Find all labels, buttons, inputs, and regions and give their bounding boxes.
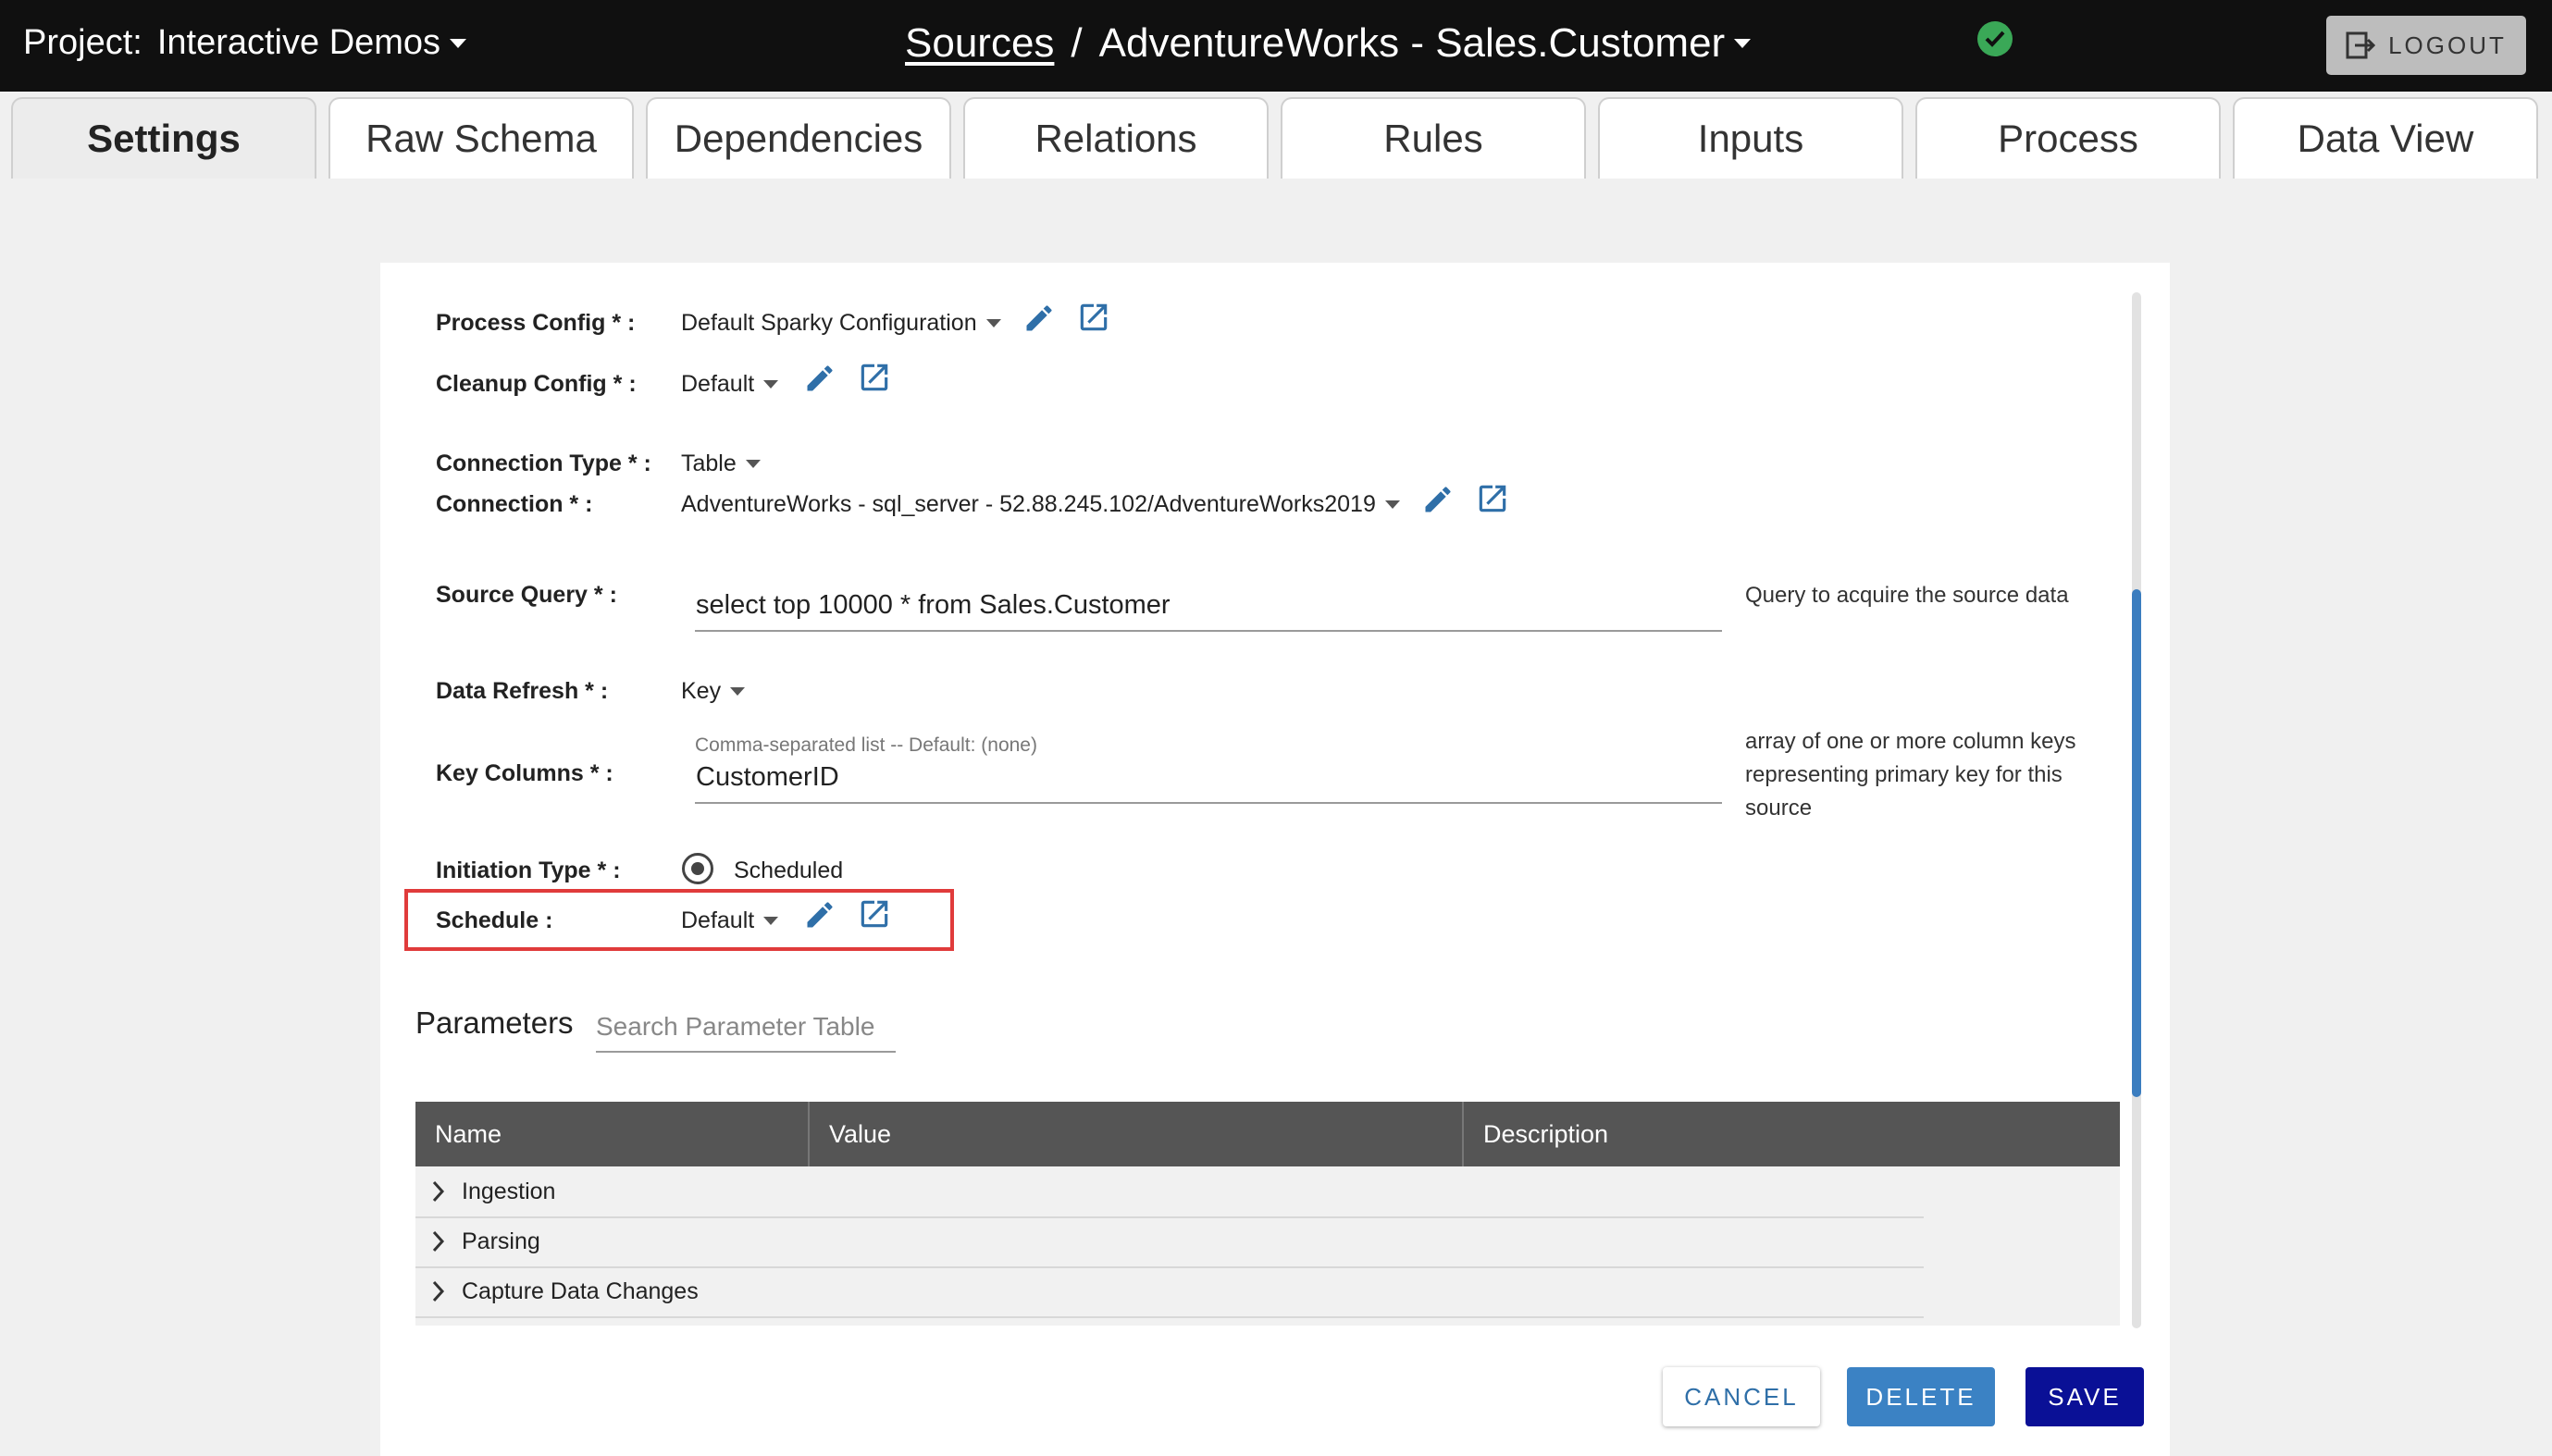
save-button[interactable]: SAVE — [2025, 1367, 2144, 1426]
data-refresh-value: Key — [681, 678, 722, 704]
caret-down-icon — [450, 38, 467, 48]
parameters-table-header: Name Value Description — [415, 1102, 2120, 1166]
logout-button[interactable]: LOGOUT — [2326, 16, 2526, 75]
process-config-select[interactable]: Default Sparky Configuration — [681, 310, 1001, 337]
schedule-select[interactable]: Default — [681, 907, 779, 934]
tab-inputs[interactable]: Inputs — [1598, 97, 1903, 179]
scheduled-radio[interactable] — [682, 853, 713, 884]
cleanup-config-value: Default — [681, 371, 755, 397]
open-external-icon[interactable] — [857, 896, 892, 932]
connection-type-label: Connection Type * : — [436, 450, 651, 476]
source-query-label: Source Query * : — [436, 582, 617, 608]
tab-settings[interactable]: Settings — [11, 97, 316, 179]
edit-pencil-icon[interactable] — [803, 362, 836, 395]
settings-panel: Process Config * : Default Sparky Config… — [380, 263, 2170, 1456]
connection-type-value: Table — [681, 450, 737, 476]
chevron-right-icon[interactable] — [415, 1229, 462, 1253]
table-row[interactable]: Ingestion — [415, 1166, 1924, 1218]
connection-label: Connection * : — [436, 491, 593, 517]
source-query-value: select top 10000 * from Sales.Customer — [696, 590, 1171, 620]
caret-down-icon — [763, 917, 779, 925]
project-name: Interactive Demos — [156, 23, 441, 62]
initiation-type-label: Initiation Type * : — [436, 858, 621, 883]
key-columns-input[interactable]: Comma-separated list -- Default: (none) … — [695, 734, 1722, 804]
breadcrumb: Sources / AdventureWorks - Sales.Custome… — [905, 20, 1752, 67]
caret-down-icon — [1384, 500, 1400, 509]
column-header-description[interactable]: Description — [1464, 1102, 2120, 1166]
key-columns-hint: Comma-separated list -- Default: (none) — [695, 734, 1037, 756]
status-check-icon — [1977, 21, 2013, 56]
cleanup-config-label: Cleanup Config * : — [436, 371, 637, 397]
caret-down-icon — [763, 380, 779, 389]
parameters-table-body: Ingestion Parsing Capture Data Changes — [415, 1166, 2120, 1326]
tab-raw-schema[interactable]: Raw Schema — [328, 97, 634, 179]
connection-value: AdventureWorks - sql_server - 52.88.245.… — [681, 491, 1376, 517]
breadcrumb-current-source[interactable]: AdventureWorks - Sales.Customer — [1099, 20, 1726, 67]
data-refresh-select[interactable]: Key — [681, 678, 746, 705]
caret-down-icon — [745, 460, 761, 468]
open-external-icon[interactable] — [1076, 300, 1111, 335]
edit-pencil-icon[interactable] — [1022, 302, 1056, 335]
edit-pencil-icon[interactable] — [803, 898, 836, 932]
edit-pencil-icon[interactable] — [1421, 483, 1455, 516]
parameter-search-input[interactable]: Search Parameter Table — [596, 1012, 896, 1053]
tab-bar: Settings Raw Schema Dependencies Relatio… — [0, 95, 2552, 180]
connection-select[interactable]: AdventureWorks - sql_server - 52.88.245.… — [681, 491, 1400, 518]
scrollbar-thumb[interactable] — [2132, 589, 2141, 1097]
chevron-right-icon[interactable] — [415, 1179, 462, 1203]
open-external-icon[interactable] — [857, 360, 892, 395]
tab-data-view[interactable]: Data View — [2233, 97, 2538, 179]
parameters-title: Parameters — [415, 1006, 574, 1040]
tab-rules[interactable]: Rules — [1281, 97, 1586, 179]
table-row[interactable]: Parsing — [415, 1216, 1924, 1268]
scheduled-radio-label: Scheduled — [734, 858, 844, 883]
source-query-input[interactable]: select top 10000 * from Sales.Customer — [695, 585, 1722, 632]
project-selector[interactable]: Project: Interactive Demos — [23, 23, 467, 63]
caret-down-icon — [730, 687, 746, 696]
process-config-label: Process Config * : — [436, 310, 636, 336]
caret-down-icon — [985, 319, 1001, 327]
tab-dependencies[interactable]: Dependencies — [646, 97, 951, 179]
row-label: Capture Data Changes — [462, 1277, 699, 1304]
process-config-value: Default Sparky Configuration — [681, 310, 977, 336]
schedule-label: Schedule : — [436, 907, 553, 933]
delete-button[interactable]: DELETE — [1847, 1367, 1995, 1426]
chevron-right-icon[interactable] — [415, 1279, 462, 1303]
logout-icon — [2346, 31, 2376, 59]
row-label: Ingestion — [462, 1178, 556, 1204]
source-query-help: Query to acquire the source data — [1745, 583, 2069, 608]
top-bar: Project: Interactive Demos Sources / Adv… — [0, 0, 2552, 92]
table-row[interactable]: Capture Data Changes — [415, 1266, 1924, 1318]
breadcrumb-separator: / — [1071, 20, 1083, 66]
column-header-name[interactable]: Name — [415, 1102, 810, 1166]
schedule-value: Default — [681, 907, 755, 933]
key-columns-value: CustomerID — [696, 762, 839, 792]
row-label: Parsing — [462, 1228, 540, 1254]
breadcrumb-sources-link[interactable]: Sources — [905, 20, 1054, 67]
cancel-button[interactable]: CANCEL — [1663, 1367, 1820, 1426]
cleanup-config-select[interactable]: Default — [681, 371, 779, 398]
logout-label: LOGOUT — [2388, 31, 2507, 59]
caret-down-icon[interactable] — [1734, 39, 1752, 48]
column-header-value[interactable]: Value — [810, 1102, 1464, 1166]
open-external-icon[interactable] — [1475, 481, 1510, 516]
tab-process[interactable]: Process — [1915, 97, 2221, 179]
project-label: Project: — [23, 23, 142, 62]
data-refresh-label: Data Refresh * : — [436, 678, 609, 704]
key-columns-help: array of one or more column keys represe… — [1745, 729, 2076, 821]
connection-type-select[interactable]: Table — [681, 450, 761, 477]
tab-relations[interactable]: Relations — [963, 97, 1269, 179]
key-columns-label: Key Columns * : — [436, 760, 613, 786]
